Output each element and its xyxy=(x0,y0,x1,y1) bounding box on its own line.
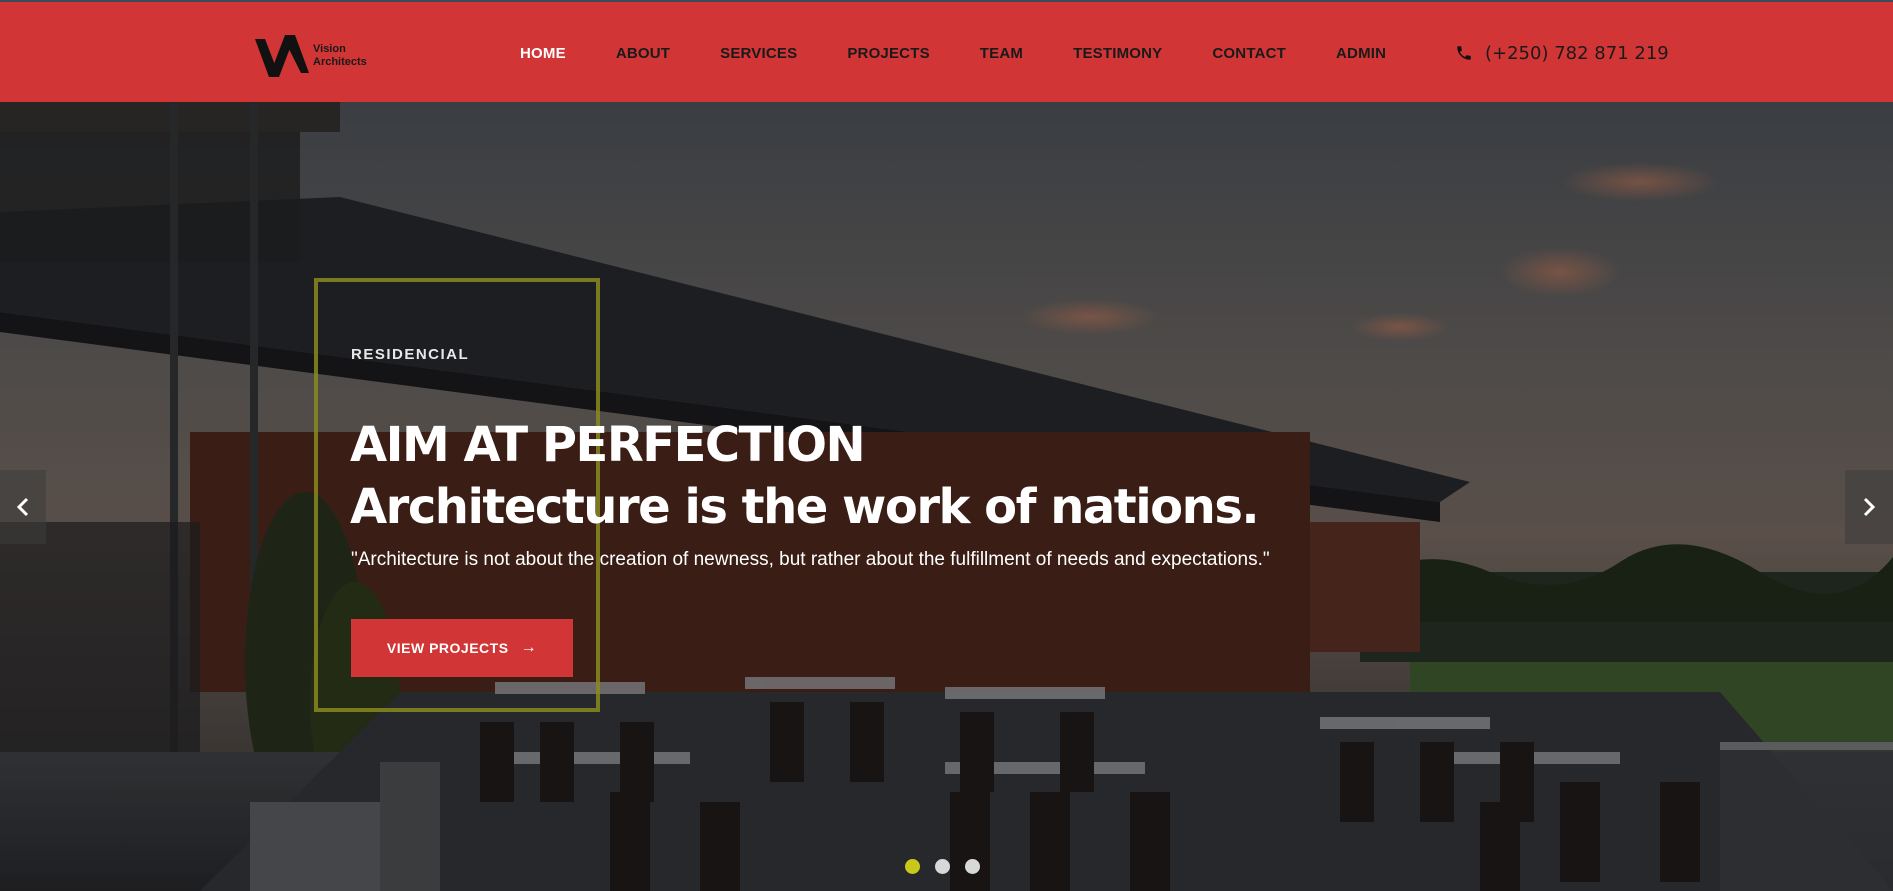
phone-icon xyxy=(1457,46,1471,60)
carousel-dot-2[interactable] xyxy=(935,859,950,874)
chevron-right-icon xyxy=(1863,497,1876,517)
brand-name-line1: Vision xyxy=(313,43,346,55)
nav-about[interactable]: ABOUT xyxy=(616,45,670,62)
brand-logo[interactable]: Vision Architects xyxy=(255,34,375,78)
main-nav: HOME ABOUT SERVICES PROJECTS TEAM TESTIM… xyxy=(520,2,1436,104)
carousel-indicators xyxy=(905,859,995,874)
hero-headline-line1: AIM AT PERFECTION xyxy=(350,417,866,473)
brand-name-line2: Architects xyxy=(313,56,367,68)
nav-services[interactable]: SERVICES xyxy=(720,45,797,62)
hero-headline-line2: Architecture is the work of nations. xyxy=(350,479,1260,535)
hero-eyebrow: RESIDENCIAL xyxy=(351,346,470,363)
site-header: Vision Architects HOME ABOUT SERVICES PR… xyxy=(0,0,1893,102)
chevron-left-icon xyxy=(16,497,29,517)
header-phone[interactable]: (+250) 782 871 219 xyxy=(1455,2,1669,104)
logo-mark-icon xyxy=(255,35,309,77)
nav-contact[interactable]: CONTACT xyxy=(1212,45,1286,62)
hero-headline: AIM AT PERFECTION Architecture is the wo… xyxy=(350,414,1260,538)
phone-number: (+250) 782 871 219 xyxy=(1485,42,1669,64)
nav-home[interactable]: HOME xyxy=(520,45,566,62)
hero-quote: "Architecture is not about the creation … xyxy=(351,549,1270,570)
arrow-right-icon: → xyxy=(520,639,538,656)
view-projects-button[interactable]: VIEW PROJECTS → xyxy=(351,619,573,677)
brand-name: Vision Architects xyxy=(313,43,367,69)
nav-projects[interactable]: PROJECTS xyxy=(847,45,929,62)
carousel-prev-button[interactable] xyxy=(0,470,46,544)
carousel-dot-3[interactable] xyxy=(965,859,980,874)
carousel-dot-1[interactable] xyxy=(905,859,920,874)
carousel-next-button[interactable] xyxy=(1845,470,1893,544)
hero-slider: RESIDENCIAL AIM AT PERFECTION Architectu… xyxy=(0,102,1893,891)
nav-team[interactable]: TEAM xyxy=(980,45,1023,62)
nav-admin[interactable]: ADMIN xyxy=(1336,45,1386,62)
nav-testimony[interactable]: TESTIMONY xyxy=(1073,45,1162,62)
view-projects-label: VIEW PROJECTS xyxy=(386,640,509,656)
